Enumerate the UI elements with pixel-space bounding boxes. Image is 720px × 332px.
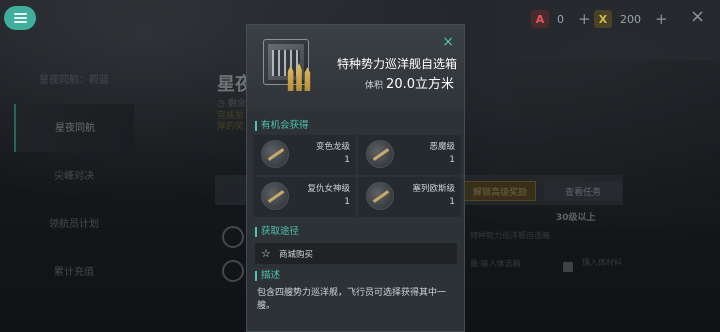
item-detail-modal: × 特种势力巡洋舰自选箱 体积 20.0立方米 有机会获得 变色龙级 1 恶魔级 … [246,24,465,332]
item-name: 特种势力巡洋舰自选箱 [337,57,458,71]
item-volume: 体积 20.0立方米 [365,73,454,92]
star-icon: ☆ [261,246,271,260]
item-description: 包含四艘势力巡洋舰，飞行员可选择获得其中一艘。 [257,288,447,311]
menu-button[interactable] [4,6,36,30]
section-source-title: 获取途径 [251,225,299,239]
modal-header: × 特种势力巡洋舰自选箱 体积 20.0立方米 [247,25,464,111]
source-item-shop[interactable]: ☆ 商城购买 [255,243,457,264]
currency-a-add-button[interactable]: + [578,10,591,28]
reward-item[interactable]: 恶魔级 1 [358,135,461,175]
ship-icon [366,140,394,168]
currency-a-value: 0 [557,12,564,26]
reward-item[interactable]: 变色龙级 1 [253,135,356,175]
currency-x-icon: X [594,10,612,28]
crate-icon [263,39,309,85]
reward-item[interactable]: 塞列欧斯级 1 [358,177,461,217]
ship-icon [261,182,289,210]
currency-x-add-button[interactable]: + [655,10,668,28]
modal-close-icon[interactable]: × [442,34,454,50]
close-page-button[interactable]: × [690,6,705,27]
volume-label: 体积 [365,81,384,91]
section-desc-title: 描述 [251,269,280,283]
currency-a-icon: A [531,10,549,28]
reward-grid: 变色龙级 1 恶魔级 1 复仇女神级 1 塞列欧斯级 1 [253,135,461,217]
volume-value: 20.0立方米 [386,77,454,92]
ship-icon [366,182,394,210]
menu-icon [13,13,27,23]
currency-x: X 200 + [594,9,668,29]
currency-a: A 0 + [531,9,591,29]
ship-icon [261,140,289,168]
section-obtain-title: 有机会获得 [251,119,309,133]
reward-item[interactable]: 复仇女神级 1 [253,177,356,217]
currency-x-value: 200 [620,12,641,26]
